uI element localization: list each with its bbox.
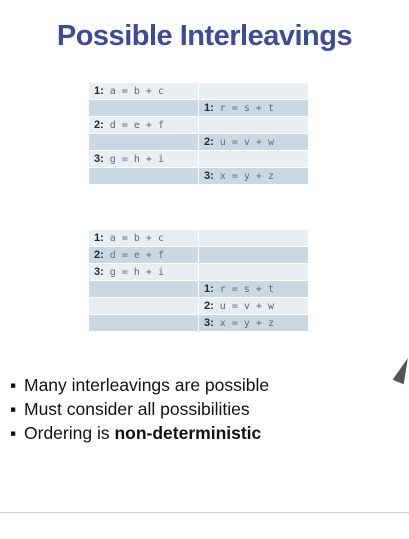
left-thread-cell: 2: d = e + f <box>88 246 199 264</box>
right-thread-cell <box>198 246 309 264</box>
right-thread-cell: 1: r = s + t <box>198 99 309 117</box>
statement-number: 1: <box>94 232 104 244</box>
statement-code: u = v + w <box>213 301 274 312</box>
slide-title: Possible Interleavings <box>56 20 353 52</box>
right-thread-cell: 1: r = s + t <box>198 280 309 298</box>
left-thread-cell <box>88 99 199 117</box>
table-row: 3: g = h + i <box>88 150 309 168</box>
table-row: 1: a = b + c <box>88 82 309 100</box>
bullet-item: ▪ Must consider all possibilities <box>10 397 269 421</box>
left-thread-cell <box>88 167 199 185</box>
statement-code: a = b + c <box>103 233 164 244</box>
statement-number: 3: <box>94 153 104 165</box>
right-thread-cell: 3: x = y + z <box>198 167 309 185</box>
pointer-arrow-icon <box>392 355 409 385</box>
bullet-marker: ▪ <box>10 423 17 443</box>
left-thread-cell: 3: g = h + i <box>88 263 199 281</box>
statement-number: 2: <box>204 136 214 148</box>
interleaving-table-2: 1: a = b + c 2: d = e + f 3: g = h + i 1: r… <box>88 229 309 332</box>
right-thread-cell <box>198 150 309 168</box>
bullet-emphasis: non-deterministic <box>114 423 262 443</box>
table-row: 1: r = s + t <box>88 99 309 117</box>
statement-code: r = s + t <box>213 284 274 295</box>
statement-code: d = e + f <box>103 250 164 261</box>
statement-number: 1: <box>94 85 104 97</box>
bullet-item: ▪ Ordering is non-deterministic <box>10 421 269 445</box>
statement-code: x = y + z <box>213 171 274 182</box>
right-thread-cell: 2: u = v + w <box>198 133 309 151</box>
left-thread-cell <box>88 133 199 151</box>
statement-code: r = s + t <box>213 103 274 114</box>
statement-code: g = h + i <box>103 267 164 278</box>
bullet-marker: ▪ <box>10 399 17 419</box>
left-thread-cell <box>88 314 199 332</box>
statement-number: 3: <box>94 266 104 278</box>
bullet-marker: ▪ <box>10 375 17 395</box>
right-thread-cell: 3: x = y + z <box>198 314 309 332</box>
statement-number: 2: <box>94 249 104 261</box>
divider <box>0 512 409 513</box>
statement-number: 2: <box>94 119 104 131</box>
bullet-item: ▪ Many interleavings are possible <box>10 373 269 397</box>
table-row: 3: g = h + i <box>88 263 309 281</box>
left-thread-cell: 2: d = e + f <box>88 116 199 134</box>
statement-code: a = b + c <box>103 86 164 97</box>
table-row: 3: x = y + z <box>88 314 309 332</box>
table-row: 1: a = b + c <box>88 229 309 247</box>
right-thread-cell <box>198 116 309 134</box>
statement-code: g = h + i <box>103 154 164 165</box>
bullet-text: Ordering is <box>24 423 115 443</box>
bullet-text: Many interleavings are possible <box>24 375 270 395</box>
statement-number: 2: <box>204 300 214 312</box>
table-row: 2: d = e + f <box>88 116 309 134</box>
left-thread-cell: 3: g = h + i <box>88 150 199 168</box>
left-thread-cell <box>88 297 199 315</box>
left-thread-cell <box>88 280 199 298</box>
bullet-list: ▪ Many interleavings are possible ▪ Must c… <box>10 373 269 445</box>
statement-code: x = y + z <box>213 318 274 329</box>
right-thread-cell: 2: u = v + w <box>198 297 309 315</box>
table-row: 3: x = y + z <box>88 167 309 185</box>
statement-code: d = e + f <box>103 120 164 131</box>
right-thread-cell <box>198 82 309 100</box>
table-row: 1: r = s + t <box>88 280 309 298</box>
statement-number: 3: <box>204 170 214 182</box>
table-row: 2: d = e + f <box>88 246 309 264</box>
table-row: 2: u = v + w <box>88 297 309 315</box>
right-thread-cell <box>198 263 309 281</box>
right-thread-cell <box>198 229 309 247</box>
left-thread-cell: 1: a = b + c <box>88 82 199 100</box>
bullet-text: Must consider all possibilities <box>24 399 250 419</box>
left-thread-cell: 1: a = b + c <box>88 229 199 247</box>
table-row: 2: u = v + w <box>88 133 309 151</box>
statement-number: 1: <box>204 102 214 114</box>
statement-number: 3: <box>204 317 214 329</box>
statement-number: 1: <box>204 283 214 295</box>
interleaving-table-1: 1: a = b + c 1: r = s + t 2: d = e + f 2: u… <box>88 82 309 185</box>
statement-code: u = v + w <box>213 137 274 148</box>
